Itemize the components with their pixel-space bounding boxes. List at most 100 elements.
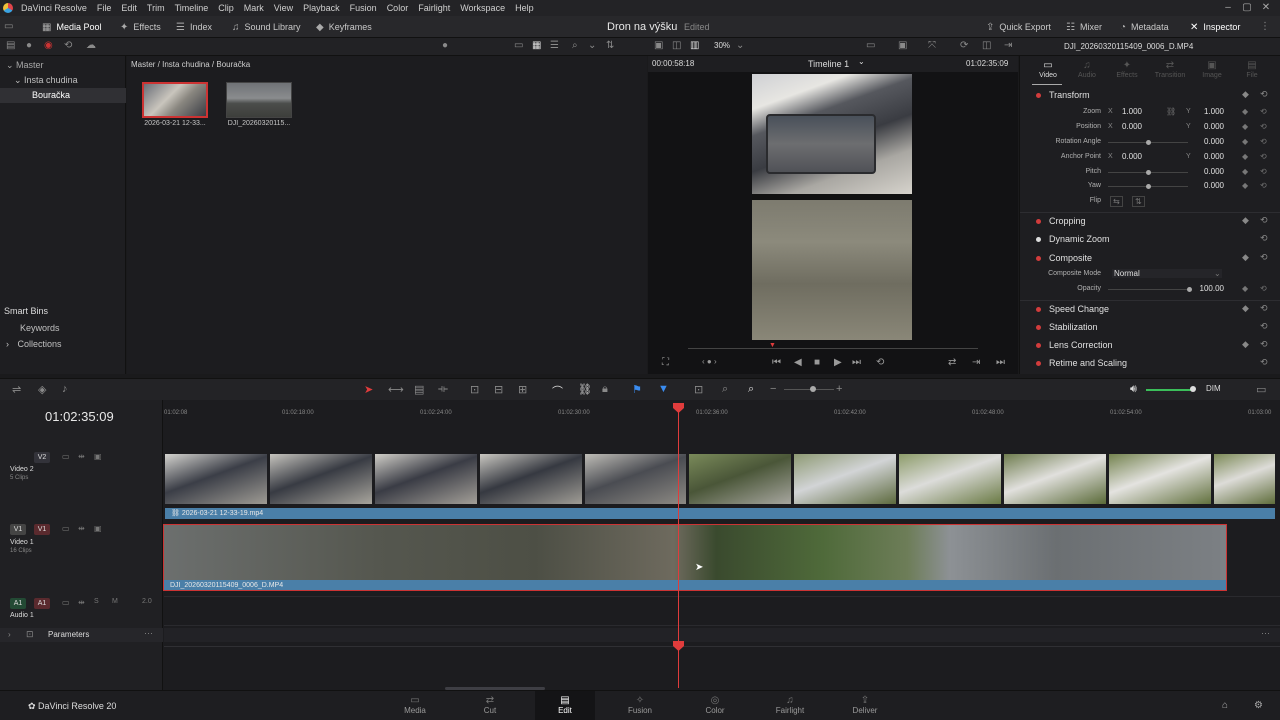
overwrite-clip-icon[interactable]: ⊟ [494,383,503,396]
metadata-view-icon[interactable]: ▭ [514,40,523,51]
source-v1-badge[interactable]: V1 [10,524,26,535]
monitor-icon[interactable]: ▣ [898,40,907,51]
rotation-slider-knob[interactable] [1146,140,1151,145]
tab-file[interactable]: ▤ File [1232,60,1272,79]
chevron-down-icon[interactable]: ⌄ [1214,269,1221,278]
volume-slider[interactable] [1146,389,1192,391]
track-visibility-icon[interactable]: ▣ [94,524,102,533]
enable-dot[interactable] [1036,307,1041,312]
flip-vertical-icon[interactable]: ⇅ [1132,196,1145,207]
keyframe-icon[interactable]: ◆ [1242,167,1248,176]
v1-clip-bar[interactable]: DJI_20260320115409_0006_D.MP4 [163,580,1227,591]
close-icon[interactable]: ✕ [1256,0,1276,16]
dim-button[interactable]: DIM [1206,384,1221,393]
keyframe-icon[interactable]: ◆ [1242,252,1249,263]
metadata-button[interactable]: ◔ Metadata [1120,16,1169,38]
position-lock-icon[interactable]: 🔒︎ [602,383,608,396]
dynamic-trim-icon[interactable]: ▤ [414,383,424,396]
menu-app[interactable]: DaVinci Resolve [16,0,92,16]
sound-library-button[interactable]: ♫ Sound Library [232,16,301,38]
link-icon[interactable]: ⟳ [960,40,968,51]
keyframe-icon[interactable]: ◆ [1242,303,1249,314]
menu-fairlight[interactable]: Fairlight [413,0,455,16]
lock-icon[interactable]: ▭ [62,452,70,461]
anchor-x-field[interactable]: 0.000 [1108,152,1142,161]
volume-slider-knob[interactable] [1190,386,1196,392]
pitch-slider-knob[interactable] [1146,170,1151,175]
reset-icon[interactable]: ⟲ [1260,215,1268,226]
menu-file[interactable]: File [92,0,117,16]
keyframe-icon[interactable]: ◆ [1242,89,1249,100]
crop-icon[interactable]: ⛶ [662,357,669,368]
keyframe-icon[interactable]: ◆ [1242,181,1248,190]
zoom-chevron-icon[interactable]: ⌄ [736,40,744,51]
effects-button[interactable]: ✦ Effects [120,16,161,38]
more-options-icon[interactable]: ⋮ [1260,21,1270,32]
position-x-field[interactable]: 0.000 [1108,122,1142,131]
track-v1-badge[interactable]: V1 [34,524,50,535]
scrub-playhead-icon[interactable]: ▼ [769,342,776,349]
parameters-header[interactable]: › ⊡ Parameters ··· [0,628,163,642]
bin-master[interactable]: ⌄ Master [0,58,126,73]
more-icon[interactable]: ··· [1261,628,1270,638]
trim-tool-icon[interactable]: ⟷ [388,383,404,396]
maximize-icon[interactable]: ▢ [1237,0,1257,16]
v2-clip-thumbnails[interactable] [165,454,1275,504]
loop-icon[interactable]: ⟲ [876,357,884,368]
tab-video[interactable]: ▭ Video [1028,60,1068,79]
record-red-icon[interactable]: ◉ [44,40,53,51]
audio-meters-icon[interactable]: ▭ [1256,383,1266,396]
page-edit[interactable]: ▤ Edit [535,691,595,720]
section-lens-correction[interactable]: Lens Correction ◆ ⟲ [1020,338,1280,354]
toggle-panel-icon[interactable]: ⇥ [1004,40,1012,51]
zoom-x-field[interactable]: 1.000 [1108,107,1142,116]
transform-tool-icon[interactable]: ⤧ [928,40,936,51]
solo-button[interactable]: S [94,598,99,605]
flag-icon[interactable]: ⚑ [632,383,642,396]
keyframe-icon[interactable]: ◆ [1242,284,1248,293]
jog-icon[interactable]: ‹ ● › [702,357,717,366]
keyframe-icon[interactable]: ◆ [1242,152,1248,161]
viewer-zoom[interactable]: 30% [714,41,730,50]
enable-dot[interactable] [1036,237,1041,242]
section-composite[interactable]: Composite ◆ ⟲ [1020,251,1280,267]
index-button[interactable]: ☰ Index [176,16,212,38]
bin-list-icon[interactable]: ▤ [6,40,15,51]
split-icon[interactable]: ◫ [982,40,991,51]
section-retime-scaling[interactable]: Retime and Scaling ⟲ [1020,356,1280,372]
auto-select-icon[interactable]: ⇹ [78,598,85,607]
zoom-in-icon[interactable]: + [836,383,842,395]
link-icon[interactable]: ⛓ [1166,107,1176,116]
more-icon[interactable]: ··· [144,628,153,638]
blade-tool-icon[interactable]: ⟛ [438,383,448,396]
zoom-out-icon[interactable]: − [770,383,776,395]
position-y-field[interactable]: 0.000 [1190,122,1224,131]
composite-mode-select[interactable]: Normal [1112,269,1222,278]
marker-icon[interactable]: ▼ [658,383,669,395]
reset-icon[interactable]: ⟲ [1260,339,1268,350]
page-media[interactable]: ▭ Media [385,691,445,720]
step-back-icon[interactable]: ◀ [794,357,802,368]
zoom-full-icon[interactable]: ⊡ [694,383,703,396]
reset-icon[interactable]: ⟲ [1260,303,1268,314]
tab-transition[interactable]: ⇄ Transition [1150,60,1190,79]
reset-icon[interactable]: ⟲ [1260,321,1268,332]
thumbnail-slider-icon[interactable]: ● [442,40,448,51]
eye-icon[interactable]: ◈ [38,383,46,396]
opacity-slider[interactable] [1108,289,1188,290]
a1-track-lane[interactable] [164,596,1280,626]
zoom-detail-icon[interactable]: ⌕ [722,383,728,396]
record-icon[interactable]: ● [26,40,32,51]
last-frame-icon[interactable]: ⏭ [996,357,1005,368]
match-frame-icon[interactable]: ⇄ [948,357,956,368]
section-stabilization[interactable]: Stabilization ⟲ [1020,320,1280,336]
menu-mark[interactable]: Mark [239,0,269,16]
search-icon[interactable]: ⌕ [572,40,578,51]
keyframe-icon[interactable]: ◆ [1242,107,1248,116]
timeline-ruler[interactable]: 01:02:08 01:02:18:00 01:02:24:00 01:02:3… [164,402,1280,422]
menu-fusion[interactable]: Fusion [345,0,382,16]
workspace-layout-icon[interactable]: ▭ [4,21,13,32]
tab-audio[interactable]: ♫ Audio [1067,60,1107,79]
menu-clip[interactable]: Clip [213,0,239,16]
settings-gear-icon[interactable]: ⚙ [1254,700,1263,711]
